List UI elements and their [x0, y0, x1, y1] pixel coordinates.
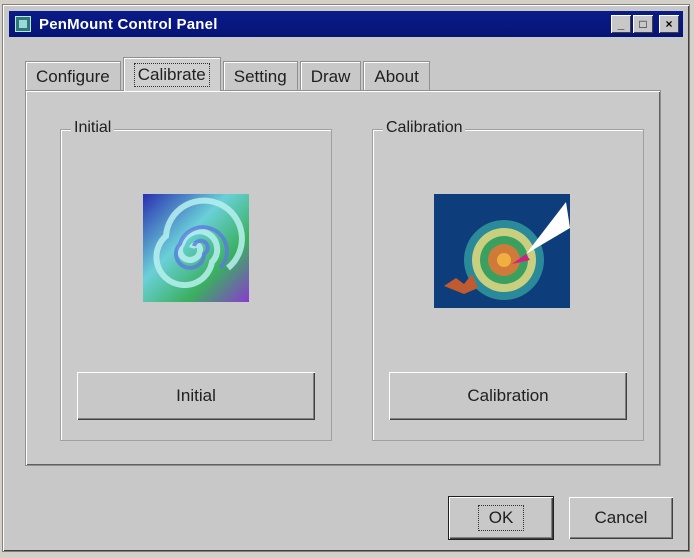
- tab-strip: Configure Calibrate Setting Draw About: [25, 57, 432, 91]
- calibration-button[interactable]: Calibration: [389, 372, 627, 420]
- target-pen-icon: [434, 194, 570, 308]
- minimize-button[interactable]: _: [611, 15, 631, 33]
- minimize-icon: _: [617, 17, 625, 31]
- app-icon: [15, 16, 31, 32]
- initial-group-label: Initial: [71, 119, 115, 137]
- swirl-image: [143, 194, 249, 302]
- close-icon: ×: [665, 17, 673, 31]
- tab-configure[interactable]: Configure: [25, 61, 121, 91]
- tab-setting[interactable]: Setting: [222, 61, 298, 91]
- maximize-icon: □: [639, 17, 647, 31]
- target-pen-image: [434, 194, 570, 308]
- calibration-group: Calibration Calibration: [372, 119, 644, 441]
- title-bar-buttons: _ □ ×: [611, 15, 679, 33]
- cancel-button[interactable]: Cancel: [569, 497, 673, 539]
- tab-draw[interactable]: Draw: [299, 61, 362, 91]
- control-panel-window: PenMount Control Panel _ □ × Configure C…: [2, 4, 690, 552]
- ok-button[interactable]: OK: [448, 496, 554, 540]
- initial-group: Initial Initial: [60, 119, 332, 441]
- maximize-button[interactable]: □: [633, 15, 653, 33]
- calibration-group-label: Calibration: [383, 119, 466, 137]
- window-title: PenMount Control Panel: [39, 15, 218, 33]
- calibrate-tab-panel: Initial Initial Calibration Calibration: [25, 90, 661, 466]
- title-bar[interactable]: PenMount Control Panel _ □ ×: [9, 11, 683, 37]
- initial-button[interactable]: Initial: [77, 372, 315, 420]
- close-button[interactable]: ×: [659, 15, 679, 33]
- tab-calibrate[interactable]: Calibrate: [122, 57, 221, 91]
- swirl-icon: [143, 194, 249, 302]
- tab-about[interactable]: About: [363, 61, 430, 91]
